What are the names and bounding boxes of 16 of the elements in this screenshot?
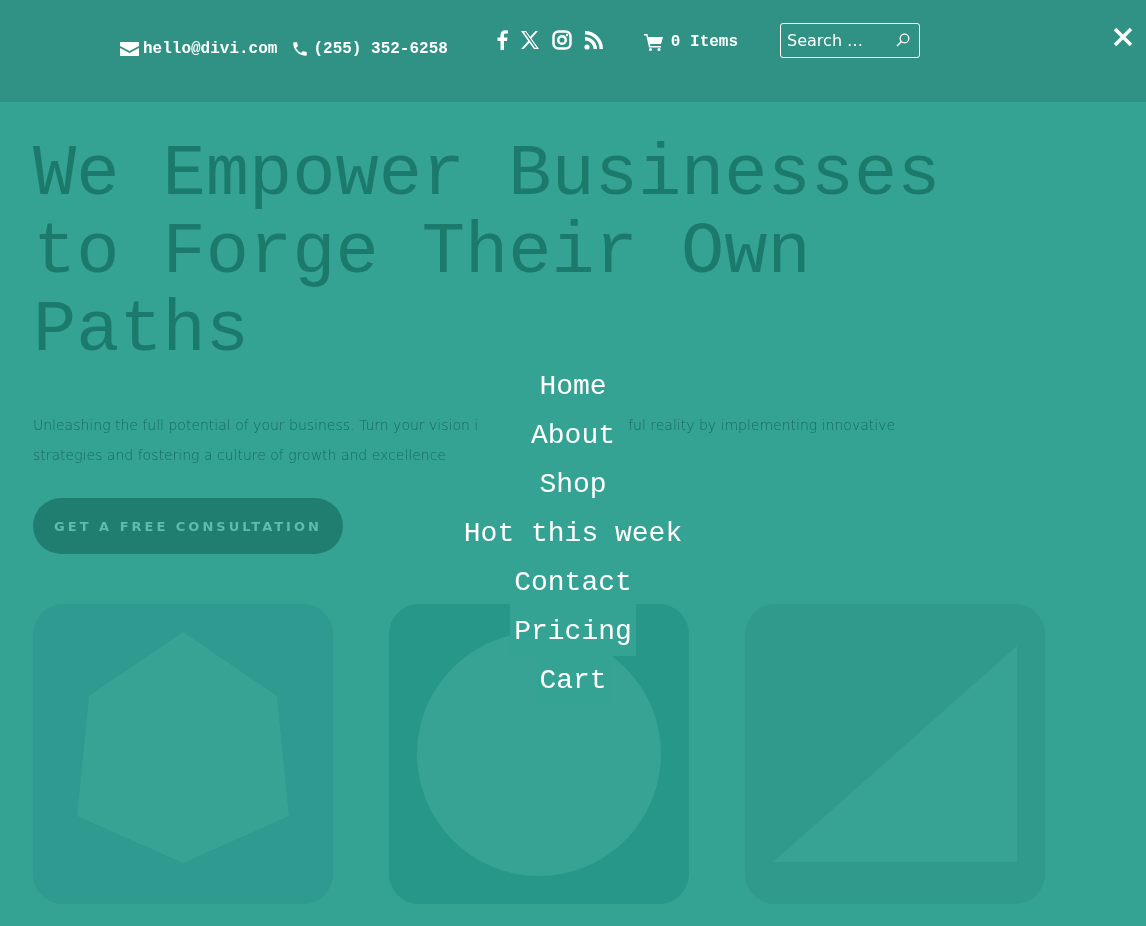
envelope-icon xyxy=(120,42,139,56)
cart-icon xyxy=(643,33,663,51)
x-logo-icon[interactable] xyxy=(519,30,540,50)
facebook-icon[interactable] xyxy=(495,30,508,50)
email-link[interactable]: hello@divi.com xyxy=(120,40,278,58)
close-button[interactable] xyxy=(1112,26,1134,48)
rss-icon[interactable] xyxy=(583,30,604,50)
menu-item[interactable]: Pricing xyxy=(510,607,636,656)
phone-link[interactable]: (255) 352-6258 xyxy=(291,40,448,58)
cart-link[interactable]: 0 Items xyxy=(643,33,739,51)
phone-icon xyxy=(291,40,310,58)
close-icon xyxy=(1112,26,1134,48)
consultation-button[interactable]: GET A FREE CONSULTATION xyxy=(33,498,343,554)
search-icon[interactable] xyxy=(896,33,911,47)
instagram-icon[interactable] xyxy=(551,30,572,50)
search-field[interactable]: Search … xyxy=(780,23,921,58)
